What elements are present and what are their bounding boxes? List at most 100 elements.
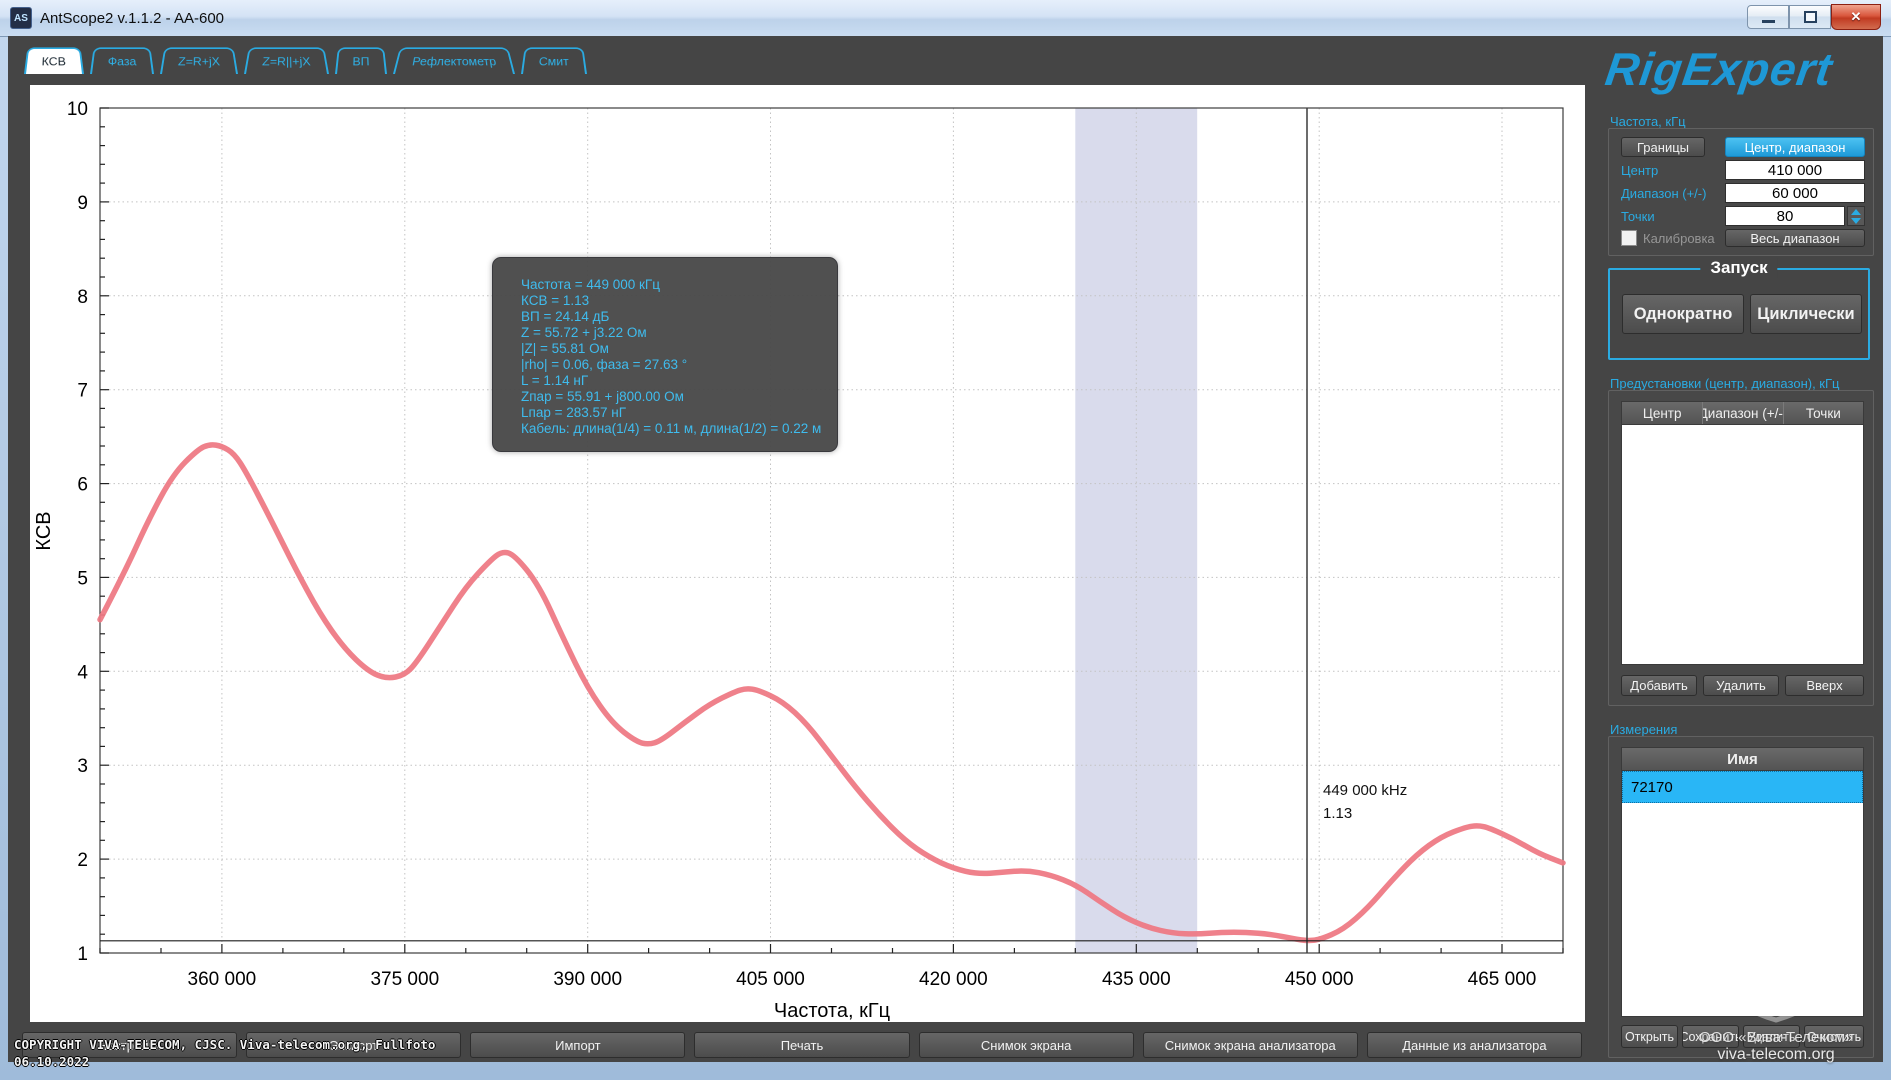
tab-return-loss[interactable]: ВП	[335, 47, 387, 74]
center-label: Центр	[1621, 163, 1658, 178]
svg-text:Частота, кГц: Частота, кГц	[774, 1000, 890, 1022]
svg-text:465 000: 465 000	[1468, 969, 1537, 990]
move-up-button[interactable]: Вверх	[1785, 675, 1864, 696]
measurements-header-name[interactable]: Имя	[1622, 748, 1863, 770]
svg-text:7: 7	[77, 381, 88, 402]
window-titlebar[interactable]: AS AntScope2 v.1.1.2 - AA-600 ✕	[0, 0, 1891, 37]
svg-text:3: 3	[77, 756, 88, 777]
svg-text:10: 10	[67, 99, 88, 120]
svg-text:6: 6	[77, 475, 88, 496]
print-button[interactable]: Печать	[694, 1032, 909, 1058]
chart-panel: 360 000 375 000 390 000 405 000 420 000 435 0…	[30, 85, 1585, 1022]
presets-body[interactable]	[1621, 425, 1864, 665]
center-span-button[interactable]: Центр, диапазон	[1725, 137, 1865, 157]
tooltip-line: Частота = 449 000 кГц	[521, 277, 827, 293]
center-input[interactable]	[1725, 160, 1865, 180]
clear-button[interactable]: Очистить	[1804, 1025, 1864, 1048]
add-preset-button[interactable]: Добавить	[1621, 675, 1697, 696]
measurements-label: Измерения	[1610, 722, 1677, 737]
span-label: Диапазон (+/-)	[1621, 186, 1706, 201]
watermark-copyright: COPYRIGHT VIVA-TELECOM, CJSC. Viva-telec…	[14, 1036, 435, 1070]
calibration-label: Калибровка	[1643, 231, 1715, 246]
close-button[interactable]: ✕	[1831, 4, 1881, 30]
bounds-button[interactable]: Границы	[1621, 137, 1705, 157]
open-button[interactable]: Открыть	[1621, 1025, 1678, 1048]
tooltip-line: Zпар = 55.91 + j800.00 Ом	[521, 389, 827, 405]
spinner-up-icon[interactable]	[1851, 209, 1861, 215]
svg-text:449 000 kHz: 449 000 kHz	[1323, 782, 1407, 799]
app-content: КСВ Фаза Z=R+jX Z=R||+jX ВП Рефлектометр…	[8, 36, 1883, 1062]
presets-header-points[interactable]: Точки	[1784, 402, 1863, 424]
maximize-button[interactable]	[1789, 5, 1831, 29]
svg-text:2: 2	[77, 850, 88, 871]
presets-label: Предустановки (центр, диапазон), кГц	[1610, 376, 1839, 391]
swr-chart[interactable]: 360 000 375 000 390 000 405 000 420 000 435 0…	[30, 85, 1585, 1022]
import-button[interactable]: Импорт	[470, 1032, 685, 1058]
right-panel: RigExpert Частота, кГц Границы Центр, ди…	[1600, 36, 1874, 1062]
tab-swr[interactable]: КСВ	[24, 47, 84, 74]
presets-header-center[interactable]: Центр	[1622, 402, 1703, 424]
spinner-down-icon[interactable]	[1851, 218, 1861, 224]
tooltip-line: L = 1.14 нГ	[521, 373, 827, 389]
tooltip-line: |rho| = 0.06, фаза = 27.63 °	[521, 357, 827, 373]
single-run-button[interactable]: Однократно	[1622, 294, 1744, 334]
tab-reflectometer[interactable]: Рефлектометр	[393, 47, 515, 74]
svg-text:4: 4	[77, 662, 88, 683]
analyzer-screenshot-button[interactable]: Снимок экрана анализатора	[1143, 1032, 1358, 1058]
tooltip-line: Lпар = 283.57 нГ	[521, 405, 827, 421]
tab-z-series[interactable]: Z=R+jX	[160, 47, 238, 74]
tooltip-line: |Z| = 55.81 Ом	[521, 341, 827, 357]
measurement-row[interactable]: 72170	[1622, 771, 1863, 803]
measurements-body[interactable]: 72170	[1621, 771, 1864, 1017]
tooltip-line: Кабель: длина(1/4) = 0.11 м, длина(1/2) …	[521, 421, 827, 437]
tab-strip: КСВ Фаза Z=R+jX Z=R||+jX ВП Рефлектометр…	[24, 44, 587, 74]
minimize-icon	[1762, 20, 1775, 23]
minimize-button[interactable]	[1747, 5, 1789, 29]
app-window: AS AntScope2 v.1.1.2 - AA-600 ✕ КСВ Фаза…	[0, 0, 1891, 1080]
analyzer-data-button[interactable]: Данные из анализатора	[1367, 1032, 1582, 1058]
tooltip-line: Z = 55.72 + j3.22 Ом	[521, 325, 827, 341]
svg-text:1.13: 1.13	[1323, 805, 1352, 822]
save-button[interactable]: Сохранить	[1682, 1025, 1739, 1048]
cyclic-run-button[interactable]: Циклически	[1750, 294, 1862, 334]
tab-phase[interactable]: Фаза	[90, 47, 154, 74]
svg-text:9: 9	[77, 193, 88, 214]
full-range-button[interactable]: Весь диапазон	[1725, 229, 1865, 247]
svg-text:8: 8	[77, 287, 88, 308]
svg-text:5: 5	[77, 568, 88, 589]
presets-groupbox: Центр Диапазон (+/-) Точки Добавить Удал…	[1608, 390, 1874, 706]
svg-text:435 000: 435 000	[1102, 969, 1171, 990]
measurements-groupbox: Имя 72170 Открыть Сохранить Удалить Очис…	[1608, 736, 1874, 1058]
presets-header-span[interactable]: Диапазон (+/-)	[1703, 402, 1783, 424]
frequency-units-label: Частота, кГц	[1610, 114, 1686, 129]
delete-preset-button[interactable]: Удалить	[1703, 675, 1779, 696]
svg-text:405 000: 405 000	[736, 969, 805, 990]
calibration-checkbox[interactable]	[1621, 230, 1637, 246]
svg-text:1: 1	[77, 944, 88, 965]
rigexpert-logo: RigExpert	[1602, 42, 1836, 96]
window-title: AntScope2 v.1.1.2 - AA-600	[40, 10, 224, 27]
run-groupbox: Запуск Однократно Циклически	[1608, 268, 1870, 360]
run-title: Запуск	[1700, 258, 1777, 278]
maximize-icon	[1804, 11, 1817, 23]
app-icon: AS	[10, 7, 32, 29]
delete-measurement-button[interactable]: Удалить	[1743, 1025, 1800, 1048]
tab-z-parallel[interactable]: Z=R||+jX	[244, 47, 329, 74]
tooltip-line: ВП = 24.14 дБ	[521, 309, 827, 325]
tab-smith[interactable]: Смит	[521, 47, 587, 74]
tooltip-line: КСВ = 1.13	[521, 293, 827, 309]
points-input[interactable]	[1725, 206, 1845, 226]
svg-text:390 000: 390 000	[553, 969, 622, 990]
span-input[interactable]	[1725, 183, 1865, 203]
svg-text:375 000: 375 000	[370, 969, 439, 990]
screenshot-button[interactable]: Снимок экрана	[919, 1032, 1134, 1058]
frequency-groupbox: Границы Центр, диапазон Центр Диапазон (…	[1608, 128, 1874, 256]
svg-text:450 000: 450 000	[1285, 969, 1354, 990]
measurements-header: Имя	[1621, 747, 1864, 771]
presets-header: Центр Диапазон (+/-) Точки	[1621, 401, 1864, 425]
points-spinner[interactable]	[1847, 206, 1865, 226]
svg-text:360 000: 360 000	[188, 969, 257, 990]
cursor-tooltip: Частота = 449 000 кГц КСВ = 1.13 ВП = 24…	[492, 257, 838, 452]
close-icon: ✕	[1851, 9, 1862, 25]
svg-text:420 000: 420 000	[919, 969, 988, 990]
